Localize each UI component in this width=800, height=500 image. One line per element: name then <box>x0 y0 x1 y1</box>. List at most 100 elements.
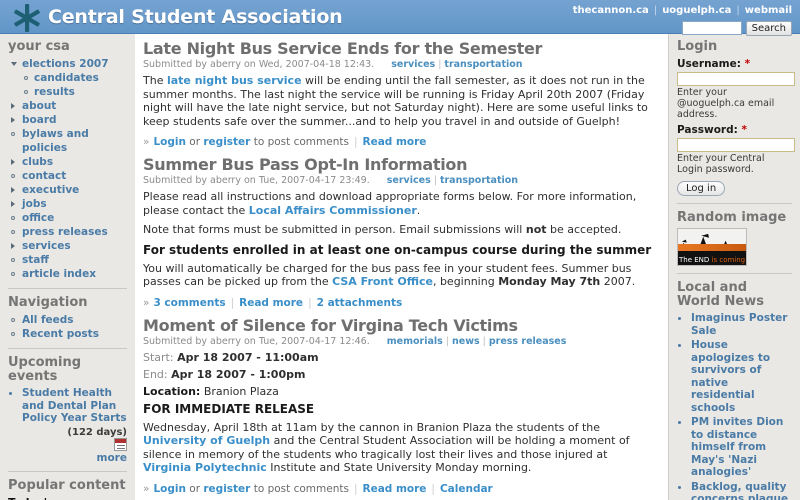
inline-link[interactable]: University of Guelph <box>143 434 270 447</box>
sidebar-item-bylaws-and-policies[interactable]: bylaws and policies <box>8 127 127 155</box>
taxonomy-term[interactable]: services <box>387 175 431 186</box>
list-item[interactable]: Student Health and Dental Plan Policy Ye… <box>22 387 127 425</box>
login-link[interactable]: Login <box>153 136 186 148</box>
sidebar-item-article-index[interactable]: article index <box>8 267 127 281</box>
register-link[interactable]: register <box>203 483 250 495</box>
sidebar-item-label[interactable]: office <box>22 212 54 224</box>
calendar-icon[interactable] <box>114 438 127 451</box>
search-button[interactable]: Search <box>745 20 792 36</box>
taxonomy-term[interactable]: transportation <box>440 175 518 186</box>
sidebar-item-about[interactable]: about <box>8 99 127 113</box>
upcoming-events-more[interactable]: more <box>8 451 127 464</box>
sidebar-item-results[interactable]: results <box>8 85 127 99</box>
event-link[interactable]: Student Health and Dental Plan Policy Ye… <box>22 387 127 424</box>
sidebar-item-label[interactable]: bylaws and policies <box>22 128 89 154</box>
taxonomy-term[interactable]: transportation <box>444 59 522 70</box>
sidebar-item-clubs[interactable]: clubs <box>8 155 127 169</box>
event-end: End: Apr 18 2007 - 1:00pm <box>143 368 656 381</box>
inline-link[interactable]: late night bus service <box>167 74 302 87</box>
sidebar-item-label[interactable]: All feeds <box>22 314 74 326</box>
sidebar-item-jobs[interactable]: jobs <box>8 197 127 211</box>
sidebar-item-label[interactable]: elections 2007 <box>22 58 109 70</box>
sidebar-item-elections-2007[interactable]: elections 2007 <box>8 57 127 71</box>
news-link[interactable]: Imaginus Poster Sale <box>691 312 787 337</box>
login-link[interactable]: Login <box>153 483 186 495</box>
chevron-right-icon <box>11 103 15 109</box>
sidebar-item-label[interactable]: clubs <box>22 156 53 168</box>
list-item[interactable]: Backlog, quality concerns plague RCMP DN… <box>691 481 792 500</box>
article-subheading: For students enrolled in at least one on… <box>143 242 652 257</box>
list-item[interactable]: Imaginus Poster Sale <box>691 312 792 337</box>
read-more-link[interactable]: Read more <box>363 136 427 148</box>
read-more-link[interactable]: Read more <box>239 297 303 309</box>
sidebar-item-label[interactable]: contact <box>22 170 66 182</box>
sidebar-item-office[interactable]: office <box>8 211 127 225</box>
sidebar-item-label[interactable]: press releases <box>22 226 108 238</box>
link-separator: | <box>431 482 435 495</box>
sidebar-item-label[interactable]: article index <box>22 268 96 280</box>
password-field[interactable] <box>677 138 795 152</box>
sidebar-item-label[interactable]: board <box>22 114 57 126</box>
sidebar-item-all-feeds[interactable]: All feeds <box>8 313 127 327</box>
news-link[interactable]: House apologizes to survivors of native … <box>691 339 770 414</box>
attachments-link[interactable]: 2 attachments <box>317 297 403 309</box>
read-more-link[interactable]: Read more <box>363 483 427 495</box>
news-link[interactable]: PM invites Dion to distance himself from… <box>691 416 783 478</box>
comments-link[interactable]: 3 comments <box>153 297 225 309</box>
sidebar-item-press-releases[interactable]: press releases <box>8 225 127 239</box>
article-summer-bus-pass: Summer Bus Pass Opt-In Information Submi… <box>143 156 656 309</box>
sidebar-item-staff[interactable]: staff <box>8 253 127 267</box>
article-title[interactable]: Moment of Silence for Virgina Tech Victi… <box>143 316 656 335</box>
site-header: Central Student Association thecannon.ca… <box>0 0 800 36</box>
taxonomy-term[interactable]: news <box>452 336 480 347</box>
inline-link[interactable]: CSA Front Office <box>332 275 433 288</box>
sidebar-item-board[interactable]: board <box>8 113 127 127</box>
log-in-button[interactable]: Log in <box>677 181 726 196</box>
news-link[interactable]: Backlog, quality concerns plague RCMP DN… <box>691 481 788 500</box>
block-title-popular-content: Popular content <box>8 478 126 493</box>
search-bar: Search <box>681 20 792 36</box>
sidebar-item-label[interactable]: services <box>22 240 71 252</box>
sidebar-item-label[interactable]: Recent posts <box>22 328 99 340</box>
sidebar-item-label[interactable]: staff <box>22 254 49 266</box>
sidebar-item-services[interactable]: services <box>8 239 127 253</box>
inline-link[interactable]: Virginia Polytechnic <box>143 461 267 474</box>
username-description: Enter your @uoguelph.ca email address. <box>677 87 775 120</box>
list-item[interactable]: PM invites Dion to distance himself from… <box>691 416 792 479</box>
more-link-label[interactable]: more <box>97 452 127 464</box>
article-title[interactable]: Late Night Bus Service Ends for the Seme… <box>143 40 656 58</box>
calendar-link[interactable]: Calendar <box>440 483 493 495</box>
top-nav-links: thecannon.ca | uoguelph.ca | webmail <box>573 5 792 16</box>
chevron-right-icon <box>11 159 15 165</box>
sidebar-item-contact[interactable]: contact <box>8 169 127 183</box>
article-title[interactable]: Summer Bus Pass Opt-In Information <box>143 156 656 174</box>
taxonomy-term[interactable]: memorials <box>387 336 443 347</box>
top-link-webmail[interactable]: webmail <box>745 5 792 16</box>
event-days-remaining: (122 days) <box>67 426 127 438</box>
username-field[interactable] <box>677 72 795 86</box>
username-label: Username: * <box>677 58 792 70</box>
sidebar-item-recent-posts[interactable]: Recent posts <box>8 327 127 341</box>
search-input[interactable] <box>681 21 742 35</box>
sidebar-item-label[interactable]: jobs <box>22 198 47 210</box>
block-login: Login Username: * Enter your @uoguelph.c… <box>677 40 795 196</box>
oil-derrick-image[interactable]: The END is coming! <box>677 228 747 266</box>
sidebar-item-label[interactable]: candidates <box>34 72 99 84</box>
article-moment-of-silence: Moment of Silence for Virgina Tech Victi… <box>143 316 656 495</box>
sidebar-item-label[interactable]: about <box>22 100 56 112</box>
sidebar-item-label[interactable]: results <box>34 86 75 98</box>
sidebar-item-candidates[interactable]: candidates <box>8 71 127 85</box>
top-link-thecannon[interactable]: thecannon.ca <box>573 5 649 16</box>
register-link[interactable]: register <box>203 136 250 148</box>
taxonomy-term[interactable]: services <box>391 59 435 70</box>
sidebar-item-executive[interactable]: executive <box>8 183 127 197</box>
sidebar-item-label[interactable]: executive <box>22 184 79 196</box>
event-start: Start: Apr 18 2007 - 11:00am <box>143 351 656 364</box>
block-popular-content: Popular content Today's: Summer Bus Pass… <box>8 479 127 500</box>
article-links: » Login or register to post comments | Read… <box>143 136 656 148</box>
inline-link[interactable]: Local Affairs Commissioner <box>249 204 417 217</box>
links-suffix-text: to post comments <box>253 136 349 148</box>
taxonomy-term[interactable]: press releases <box>489 336 567 347</box>
list-item[interactable]: House apologizes to survivors of native … <box>691 339 792 414</box>
top-link-uoguelph[interactable]: uoguelph.ca <box>662 5 731 16</box>
